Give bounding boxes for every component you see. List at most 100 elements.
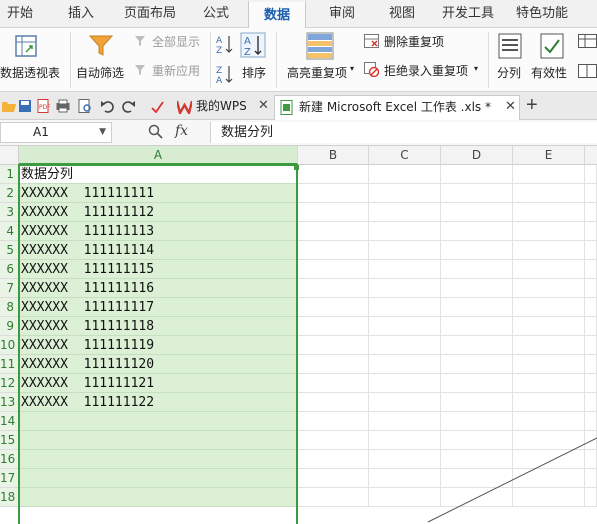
cell[interactable] [441,165,513,184]
cell[interactable] [585,184,597,203]
name-box[interactable]: A1 ▼ [0,122,112,143]
cell[interactable] [369,298,441,317]
cell[interactable] [585,222,597,241]
cell[interactable] [441,317,513,336]
cell[interactable] [369,203,441,222]
cell[interactable] [298,374,369,393]
tab-developer[interactable]: 开发工具 [436,0,500,28]
show-all-button[interactable]: 全部显示 [152,33,200,50]
row-header[interactable]: 11 [0,355,19,374]
cell[interactable] [513,374,585,393]
cell-a[interactable] [19,488,297,507]
sort-ascending-icon[interactable]: AZ [216,34,234,57]
data-validation-button[interactable]: 有效性 [531,64,567,81]
cell[interactable] [441,241,513,260]
fill-handle[interactable] [294,165,299,170]
cell[interactable] [298,260,369,279]
cell[interactable] [298,450,369,469]
cell[interactable] [298,184,369,203]
reject-dropdown-icon[interactable]: ▾ [474,64,478,73]
export-pdf-icon[interactable]: PDF [36,99,51,113]
cell[interactable] [441,260,513,279]
tab-special-features[interactable]: 特色功能 [510,0,574,28]
cell[interactable] [513,298,585,317]
cell[interactable] [441,393,513,412]
function-icon[interactable]: fx [175,123,188,139]
row-header[interactable]: 14 [0,412,19,431]
highlight-duplicates-icon[interactable] [306,32,334,63]
cell[interactable] [298,317,369,336]
doc-tab-my-wps[interactable]: 我的WPS ✕ [172,95,269,120]
print-icon[interactable] [56,99,70,113]
tab-insert[interactable]: 插入 [56,0,106,28]
cell-a[interactable] [19,412,297,431]
cell[interactable] [441,203,513,222]
cell[interactable] [369,412,441,431]
cell[interactable] [513,165,585,184]
cell[interactable] [298,431,369,450]
cell[interactable] [585,393,597,412]
cell[interactable] [369,165,441,184]
cell[interactable] [441,184,513,203]
chevron-down-icon[interactable]: ▼ [99,123,106,142]
zoom-search-icon[interactable] [148,124,163,142]
cell[interactable] [298,298,369,317]
cell[interactable] [441,412,513,431]
row-header[interactable]: 2 [0,184,19,203]
cell[interactable] [441,355,513,374]
sort-descending-icon[interactable]: ZA [216,64,234,87]
remove-duplicates-button[interactable]: 删除重复项 [384,33,444,50]
row-header[interactable]: 4 [0,222,19,241]
close-tab-icon[interactable]: ✕ [505,96,516,118]
tab-formulas[interactable]: 公式 [194,0,238,28]
column-header-b[interactable]: B [298,146,369,165]
cell[interactable] [369,279,441,298]
cell[interactable] [369,336,441,355]
cell[interactable] [298,393,369,412]
cell[interactable] [441,279,513,298]
cell-a[interactable]: XXXXXX 111111117 [19,298,297,317]
tab-review[interactable]: 审阅 [320,0,364,28]
cell-a[interactable]: XXXXXX 111111113 [19,222,297,241]
open-folder-icon[interactable] [2,99,16,113]
cell[interactable] [513,184,585,203]
cell-a[interactable]: XXXXXX 111111119 [19,336,297,355]
text-to-columns-button[interactable]: 分列 [497,64,521,81]
column-header-e[interactable]: E [513,146,585,165]
row-header[interactable]: 18 [0,488,19,507]
cell[interactable] [585,298,597,317]
cell[interactable] [369,222,441,241]
row-header[interactable]: 3 [0,203,19,222]
column-header-d[interactable]: D [441,146,513,165]
column-header-a[interactable]: A [19,146,298,165]
pivot-table-icon[interactable] [14,34,38,61]
row-header[interactable]: 15 [0,431,19,450]
cell[interactable] [369,260,441,279]
cell-a[interactable]: 数据分列 [19,165,297,184]
cell[interactable] [513,279,585,298]
cell[interactable] [441,336,513,355]
new-tab-plus-icon[interactable]: + [526,94,538,117]
cell[interactable] [513,412,585,431]
cell[interactable] [298,203,369,222]
customize-toolbar-icon[interactable] [150,99,164,114]
tab-data[interactable]: 数据 [248,0,306,29]
cell-a[interactable]: XXXXXX 111111121 [19,374,297,393]
cell-a[interactable]: XXXXXX 111111118 [19,317,297,336]
cell-a[interactable] [19,431,297,450]
row-header[interactable]: 17 [0,469,19,488]
sort-icon[interactable]: AZ [240,32,266,61]
cell[interactable] [585,260,597,279]
cell[interactable] [513,260,585,279]
cell[interactable] [513,355,585,374]
cell[interactable] [298,241,369,260]
doc-tab-excel[interactable]: 新建 Microsoft Excel 工作表 .xls * ✕ [274,95,520,120]
highlight-dropdown-icon[interactable]: ▾ [350,64,354,73]
cell[interactable] [513,222,585,241]
tab-home[interactable]: 开始 [0,0,40,28]
cell[interactable] [441,222,513,241]
save-icon[interactable] [18,99,32,113]
close-tab-icon[interactable]: ✕ [258,95,269,117]
cell[interactable] [513,317,585,336]
row-header[interactable]: 12 [0,374,19,393]
